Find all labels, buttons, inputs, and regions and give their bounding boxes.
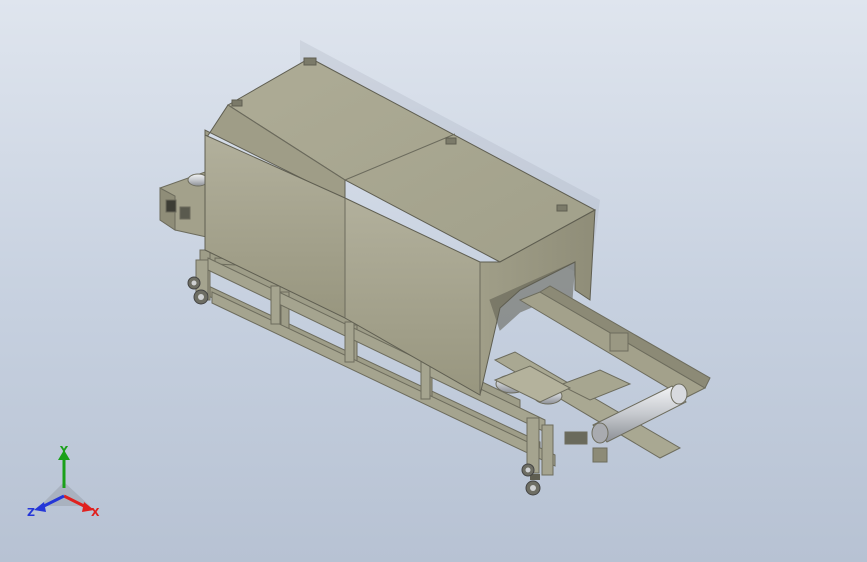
outfeed-end-plate [592,447,608,463]
caster-rear-right [521,463,535,477]
caster-front-left [193,289,209,305]
conveyor-oven-model[interactable] [0,0,867,562]
oven-hood[interactable] [204,57,597,396]
triad-z-label: Z [27,506,35,519]
triad-y-label: Y [59,446,69,457]
outfeed-control-panel[interactable] [564,431,588,445]
caster-front-right [525,474,541,496]
infeed-indicator [179,206,191,220]
graphics-viewport[interactable]: Y X Z [0,0,867,562]
outfeed-bracket [609,332,629,352]
triad-x-label: X [91,506,100,519]
orientation-triad[interactable]: Y X Z [24,444,108,526]
infeed-switch[interactable] [165,199,177,213]
caster-rear-left [187,276,201,290]
